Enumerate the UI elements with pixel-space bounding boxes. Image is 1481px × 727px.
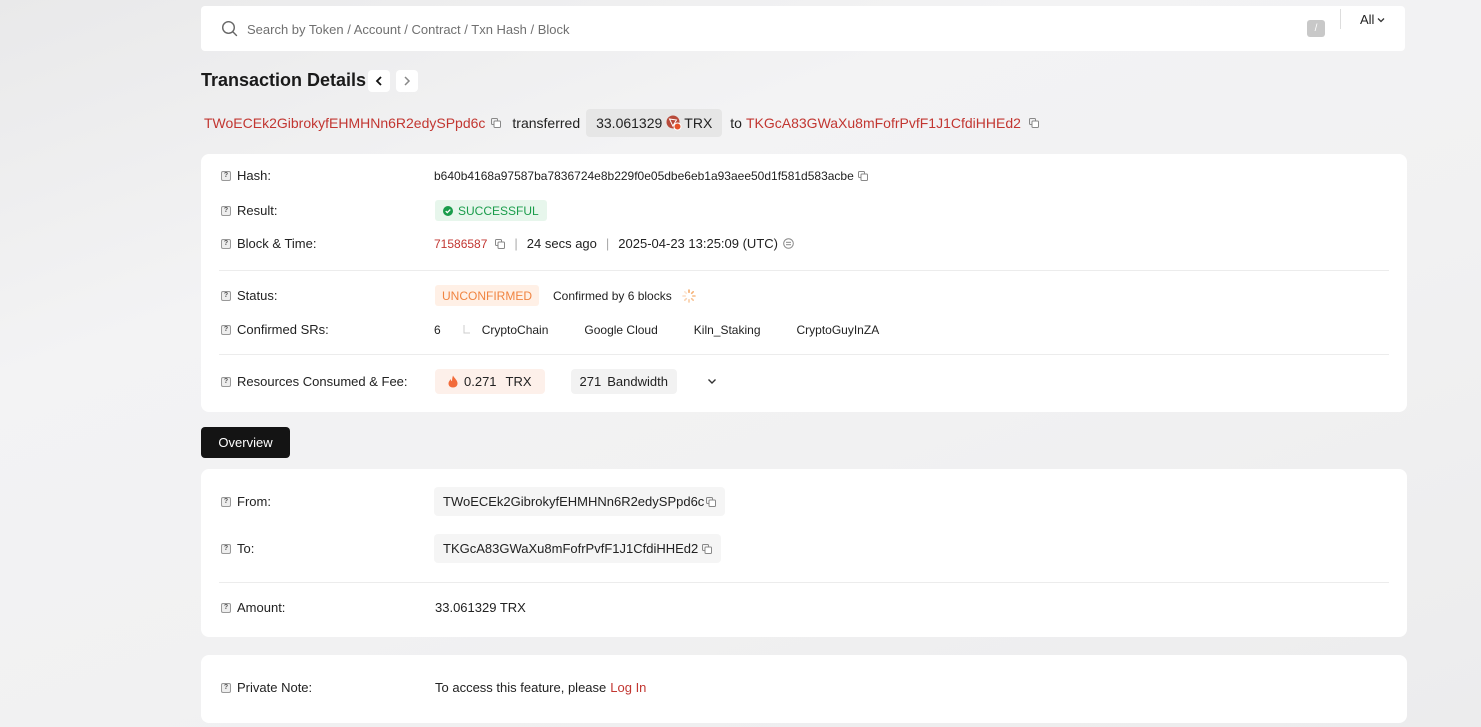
tree-branch-icon bbox=[463, 325, 470, 334]
amount-value: 33.061329 TRX bbox=[435, 600, 526, 615]
status-row: ? Status: UNCONFIRMED Confirmed by 6 bloc… bbox=[221, 285, 1389, 306]
chevron-left-icon bbox=[375, 76, 382, 86]
bandwidth-chip: 271 Bandwidth bbox=[570, 369, 677, 394]
resources-label: Resources Consumed & Fee: bbox=[237, 374, 408, 389]
sr-item[interactable]: Kiln_Staking bbox=[694, 323, 761, 337]
status-badge: UNCONFIRMED bbox=[435, 285, 539, 306]
search-filter-label: All bbox=[1360, 12, 1375, 27]
bandwidth-unit: Bandwidth bbox=[607, 374, 668, 389]
search-icon bbox=[221, 20, 238, 37]
srs-count: 6 bbox=[434, 322, 441, 337]
summary-token: TRX bbox=[684, 115, 713, 131]
result-value: SUCCESSFUL bbox=[458, 203, 539, 218]
next-transaction-button[interactable] bbox=[396, 70, 418, 92]
separator: | bbox=[514, 236, 518, 251]
copy-icon[interactable] bbox=[495, 238, 506, 249]
search-filter-select[interactable]: All bbox=[1360, 12, 1385, 27]
fee-unit: TRX bbox=[505, 374, 532, 389]
amount-row: ? Amount: 33.061329 TRX bbox=[221, 600, 1389, 615]
to-label: To: bbox=[237, 541, 255, 556]
search-shortcut-key: / bbox=[1307, 20, 1325, 37]
question-icon: ? bbox=[221, 238, 231, 249]
block-time-row: ? Block & Time: 71586587 | 24 secs ago | … bbox=[221, 236, 1389, 251]
copy-icon[interactable] bbox=[857, 170, 868, 181]
private-note-card: ? Private Note: To access this feature, p… bbox=[201, 655, 1407, 723]
copy-icon[interactable] bbox=[491, 118, 502, 128]
question-icon: ? bbox=[221, 324, 231, 335]
status-label: Status: bbox=[237, 288, 278, 303]
from-label: From: bbox=[237, 494, 271, 509]
fee-chip: 0.271 TRX bbox=[435, 369, 545, 394]
summary-to-address[interactable]: TKGcA83GWaXu8mFofrPvfF1J1CfdiHHEd2 bbox=[746, 115, 1021, 131]
sr-item[interactable]: Google Cloud bbox=[584, 323, 657, 337]
block-age: 24 secs ago bbox=[526, 236, 597, 251]
private-note-row: ? Private Note: To access this feature, p… bbox=[221, 680, 1389, 695]
block-timestamp: 2025-04-23 13:25:09 (UTC) bbox=[618, 236, 778, 251]
summary-amount-chip: 33.061329 TRX bbox=[586, 109, 723, 137]
overview-card: ? From: TWoECEk2GibrokyfEHMHNn6R2edySPpd6… bbox=[201, 469, 1407, 637]
private-note-text: To access this feature, please bbox=[435, 680, 607, 695]
confirmed-srs-row: ? Confirmed SRs: 6 CryptoChain Google Clo… bbox=[221, 322, 1389, 337]
question-icon: ? bbox=[221, 496, 231, 507]
confirmed-by-text: Confirmed by 6 blocks bbox=[553, 288, 672, 303]
bandwidth-value: 271 bbox=[579, 374, 602, 389]
hash-value: b640b4168a97587ba7836724e8b229f0e05dbe6e… bbox=[434, 168, 854, 183]
prev-transaction-button[interactable] bbox=[368, 70, 390, 92]
question-icon: ? bbox=[221, 602, 231, 613]
sr-item[interactable]: CryptoGuyInZA bbox=[797, 323, 880, 337]
result-badge: SUCCESSFUL bbox=[435, 200, 547, 221]
transaction-details-card: ? Hash: b640b4168a97587ba7836724e8b229f0e… bbox=[201, 154, 1407, 412]
hash-label: Hash: bbox=[237, 168, 271, 183]
check-circle-icon bbox=[443, 205, 453, 216]
page-title: Transaction Details bbox=[201, 70, 367, 90]
from-address[interactable]: TWoECEk2GibrokyfEHMHNn6R2edySPpd6c bbox=[443, 494, 704, 509]
question-icon: ? bbox=[221, 543, 231, 554]
trx-token-icon bbox=[666, 115, 682, 131]
question-icon: ? bbox=[221, 290, 231, 301]
chevron-down-icon bbox=[1377, 17, 1385, 22]
fire-icon bbox=[448, 375, 458, 388]
divider bbox=[219, 582, 1389, 583]
divider bbox=[219, 270, 1389, 271]
copy-icon[interactable] bbox=[702, 543, 713, 554]
question-icon: ? bbox=[221, 682, 231, 693]
summary-verb: transferred bbox=[512, 115, 581, 131]
clock-icon[interactable] bbox=[783, 238, 794, 249]
confirmed-srs-label: Confirmed SRs: bbox=[237, 322, 329, 337]
private-note-label: Private Note: bbox=[237, 680, 313, 695]
divider bbox=[219, 354, 1389, 355]
copy-icon[interactable] bbox=[1028, 118, 1039, 128]
question-icon: ? bbox=[221, 170, 231, 181]
sr-item[interactable]: CryptoChain bbox=[482, 323, 549, 337]
result-label: Result: bbox=[237, 203, 278, 218]
to-row: ? To: TKGcA83GWaXu8mFofrPvfF1J1CfdiHHEd2 bbox=[221, 534, 1389, 563]
to-address[interactable]: TKGcA83GWaXu8mFofrPvfF1J1CfdiHHEd2 bbox=[443, 541, 698, 556]
block-time-label: Block & Time: bbox=[237, 236, 317, 251]
transfer-summary: TWoECEk2GibrokyfEHMHNn6R2edySPpd6c trans… bbox=[204, 109, 1039, 137]
search-bar: / All bbox=[201, 6, 1405, 51]
login-link[interactable]: Log In bbox=[610, 680, 646, 695]
tab-overview[interactable]: Overview bbox=[201, 427, 290, 458]
copy-icon[interactable] bbox=[706, 496, 717, 507]
result-row: ? Result: SUCCESSFUL bbox=[221, 200, 1389, 221]
from-address-box: TWoECEk2GibrokyfEHMHNn6R2edySPpd6c bbox=[434, 487, 726, 516]
spinner-icon bbox=[681, 288, 696, 303]
summary-from-address[interactable]: TWoECEk2GibrokyfEHMHNn6R2edySPpd6c bbox=[204, 115, 485, 131]
search-divider bbox=[1340, 9, 1341, 29]
question-icon: ? bbox=[221, 376, 231, 387]
separator: | bbox=[605, 236, 610, 251]
hash-row: ? Hash: b640b4168a97587ba7836724e8b229f0e… bbox=[221, 168, 1389, 183]
resources-row: ? Resources Consumed & Fee: 0.271 TRX 271… bbox=[221, 369, 1389, 394]
chevron-down-icon[interactable] bbox=[707, 378, 717, 385]
question-icon: ? bbox=[221, 205, 231, 216]
summary-to-word: to bbox=[730, 115, 742, 131]
fee-value: 0.271 bbox=[464, 374, 497, 389]
block-number-link[interactable]: 71586587 bbox=[434, 237, 487, 251]
amount-label: Amount: bbox=[237, 600, 286, 615]
chevron-right-icon bbox=[404, 76, 411, 86]
from-row: ? From: TWoECEk2GibrokyfEHMHNn6R2edySPpd6… bbox=[221, 487, 1389, 516]
to-address-box: TKGcA83GWaXu8mFofrPvfF1J1CfdiHHEd2 bbox=[434, 534, 722, 563]
search-input[interactable] bbox=[247, 18, 1287, 40]
summary-amount: 33.061329 bbox=[596, 115, 663, 131]
